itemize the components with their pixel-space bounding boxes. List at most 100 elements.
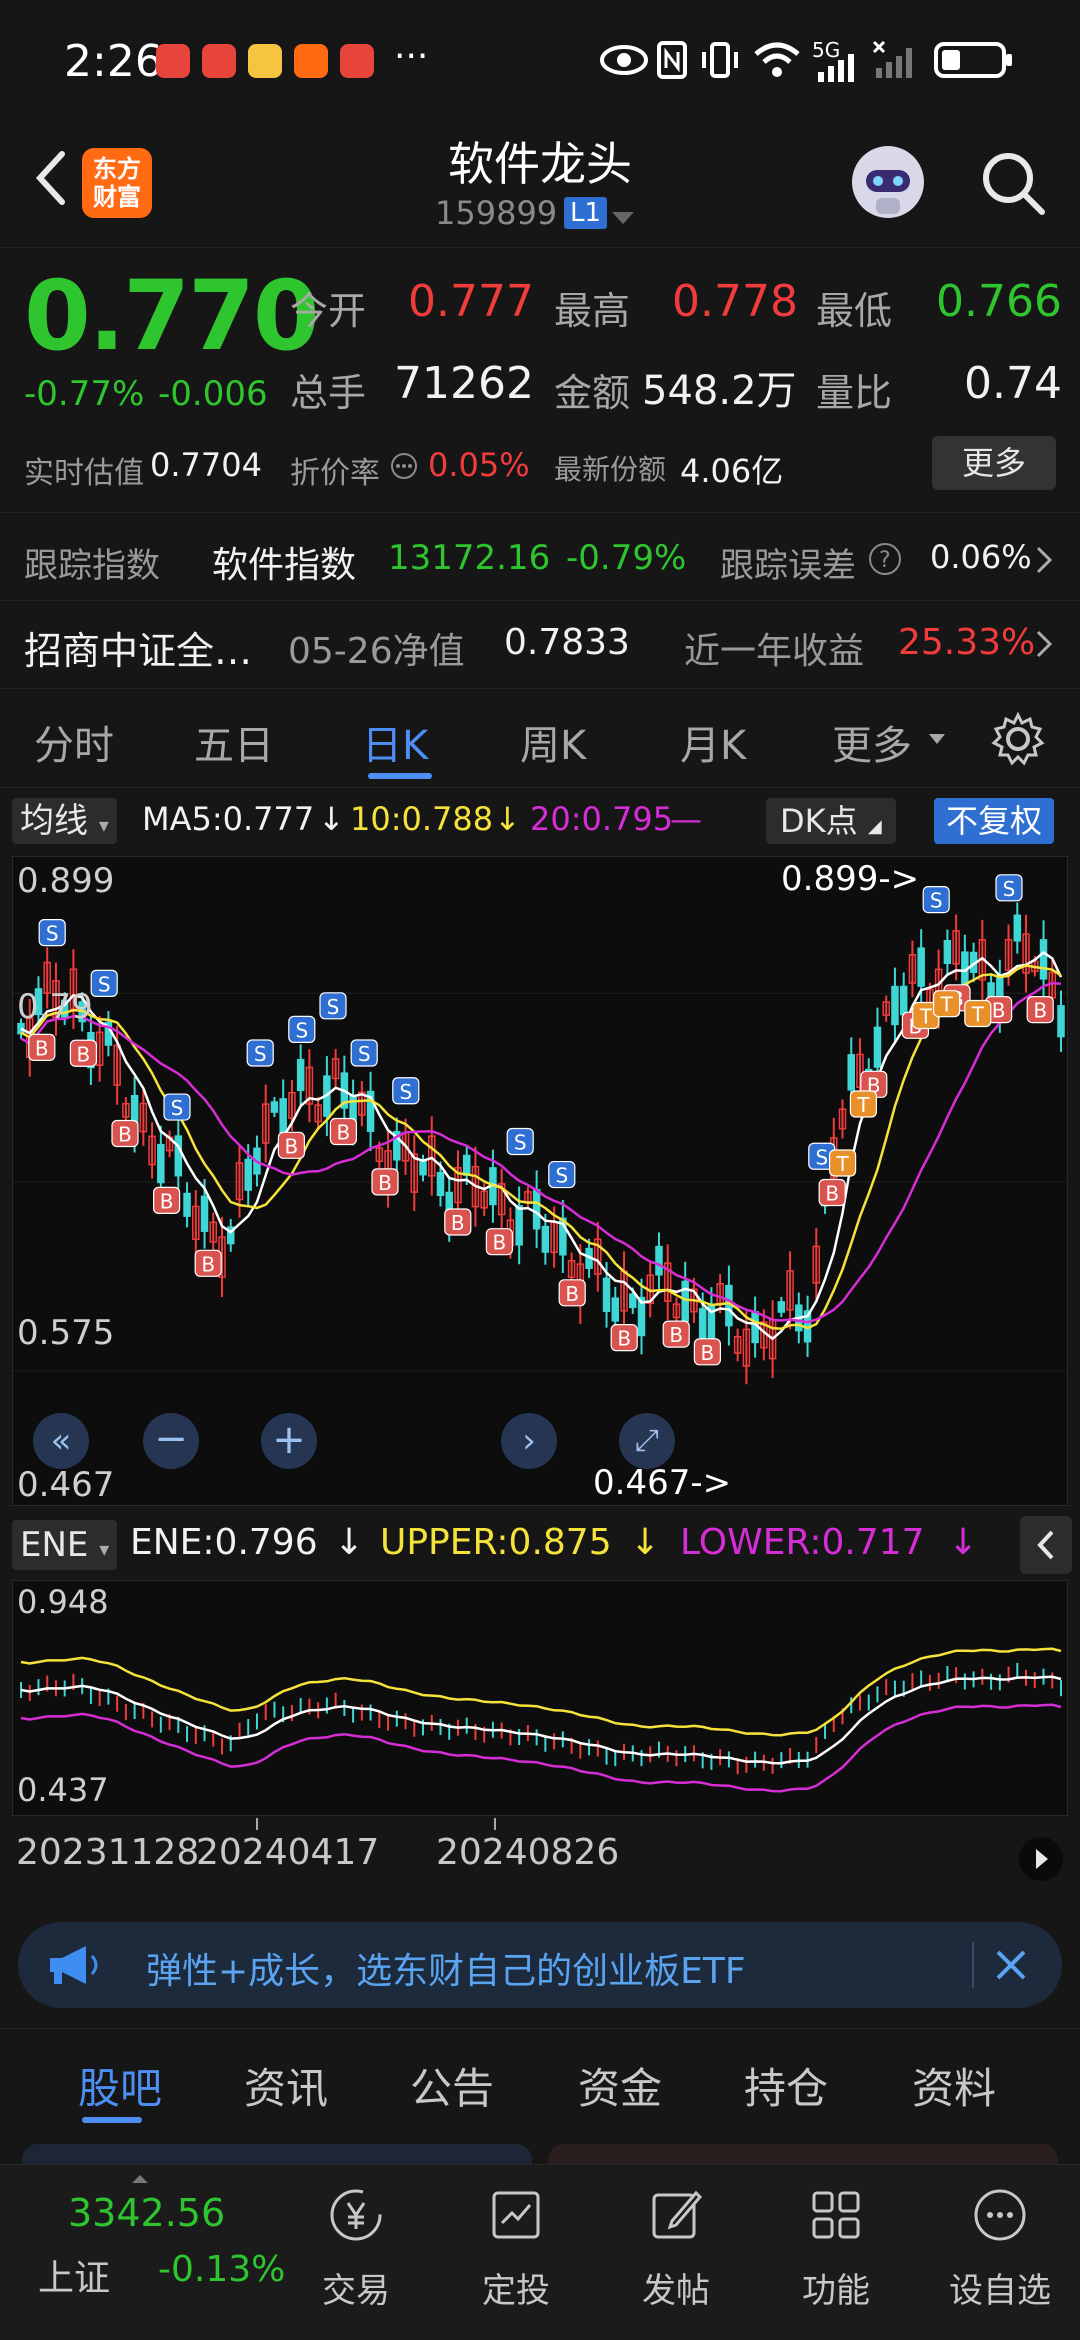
- signal-icon: [818, 54, 854, 82]
- tab-daily-k[interactable]: 日K: [362, 713, 428, 771]
- collapse-panel-button[interactable]: [1020, 1516, 1072, 1574]
- candle-body: [296, 1058, 305, 1092]
- candle-body: [174, 1135, 183, 1177]
- trade-signal-label: B: [825, 1182, 839, 1206]
- tab-five-day[interactable]: 五日: [194, 713, 274, 771]
- play-forward-icon[interactable]: [1018, 1836, 1064, 1882]
- trade-signal-label: B: [701, 1341, 715, 1365]
- nav-trade[interactable]: 交易: [296, 2185, 416, 2312]
- chart-board-icon: [492, 2191, 540, 2239]
- tab-intraday[interactable]: 分时: [34, 713, 114, 771]
- tab-profile[interactable]: 资料: [912, 2055, 996, 2116]
- trade-signal-label: B: [565, 1282, 579, 1306]
- ma10-down-arrow: ↓: [494, 800, 521, 838]
- trade-signal-label: S: [514, 1131, 527, 1155]
- trade-yen-icon: [330, 2189, 382, 2241]
- assistant-robot-icon[interactable]: [846, 140, 930, 224]
- notification-app-icon: [294, 44, 328, 78]
- search-icon[interactable]: [978, 148, 1048, 218]
- tab-more[interactable]: 更多: [832, 713, 912, 771]
- info-dots-icon[interactable]: [390, 452, 418, 480]
- tab-weekly-k[interactable]: 周K: [520, 713, 586, 771]
- divider: [0, 600, 1080, 601]
- settings-gear-icon[interactable]: [990, 711, 1046, 767]
- status-bar: 2:26 ··· 5G: [0, 0, 1080, 120]
- trade-signal-label: B: [669, 1323, 683, 1347]
- chevron-right-icon[interactable]: [1034, 544, 1054, 576]
- high-value: 0.778: [672, 276, 798, 327]
- eye-icon: [600, 45, 648, 75]
- adjust-mode-button[interactable]: 不复权: [934, 798, 1055, 844]
- trade-signal-label: B: [77, 1042, 91, 1066]
- trade-signal-label: B: [992, 999, 1006, 1023]
- candle-body: [873, 1026, 882, 1068]
- candle-body: [515, 1205, 523, 1246]
- tracking-index-label: 跟踪指数: [24, 546, 160, 586]
- fund-name[interactable]: 招商中证全…: [24, 620, 252, 675]
- chevron-right-icon[interactable]: [1034, 628, 1054, 660]
- candle-body: [1013, 914, 1022, 942]
- tab-fund-flow[interactable]: 资金: [578, 2055, 662, 2116]
- trade-signal-label: B: [337, 1121, 351, 1145]
- max-price-marker: 0.899->: [781, 859, 920, 899]
- status-time: 2:26: [64, 36, 163, 87]
- candle-body: [183, 1192, 191, 1217]
- volume-ratio-label: 量比: [816, 371, 893, 415]
- trade-signal-label: S: [930, 889, 943, 913]
- notification-weibo-icon: [248, 44, 282, 78]
- tab-monthly-k[interactable]: 月K: [680, 713, 746, 771]
- notification-app-icon: [156, 44, 190, 78]
- promo-banner[interactable]: 弹性+成长，选东财自己的创业板ETF: [18, 1922, 1062, 2008]
- candle-body: [541, 1225, 550, 1253]
- nav-functions[interactable]: 功能: [776, 2185, 896, 2312]
- nav-add-watchlist[interactable]: 设自选: [940, 2185, 1060, 2312]
- ene-indicator-toggle[interactable]: ENE ▾: [12, 1520, 118, 1570]
- iopv-label: 实时估值: [24, 456, 144, 491]
- back-button[interactable]: [18, 138, 88, 218]
- fullscreen-button[interactable]: ⤢: [619, 1413, 675, 1469]
- candle-body: [847, 1054, 856, 1091]
- tab-holdings[interactable]: 持仓: [744, 2055, 828, 2116]
- candle-body: [891, 985, 899, 1026]
- ma-indicator-toggle[interactable]: 均线 ▾: [12, 798, 117, 844]
- nav-fixed-invest[interactable]: 定投: [456, 2185, 576, 2312]
- notification-app-icon: [202, 44, 236, 78]
- close-icon[interactable]: [986, 1940, 1036, 1990]
- tracking-index-change: -0.79%: [566, 538, 687, 578]
- scroll-right-button[interactable]: ›: [501, 1413, 557, 1469]
- ene-chart[interactable]: 0.948 0.437: [12, 1580, 1068, 1816]
- zoom-in-button[interactable]: +: [261, 1413, 317, 1469]
- kline-chart[interactable]: SSSSSSSSSSSSSBBBBBBBBBBBBBBBBBBBBTTTTT 0…: [12, 856, 1069, 1506]
- nav-post[interactable]: 发帖: [616, 2185, 736, 2312]
- lower-down-arrow: ↓: [948, 1522, 979, 1563]
- scroll-left-button[interactable]: «: [33, 1413, 89, 1469]
- amount-label: 金额: [554, 371, 631, 415]
- level-badge[interactable]: L1: [564, 197, 608, 229]
- tab-announcements[interactable]: 公告: [410, 2055, 494, 2116]
- tab-forum[interactable]: 股吧: [78, 2055, 162, 2116]
- ene-legend: ENE ▾ ENE:0.796 ↓ UPPER:0.875 ↓ LOWER:0.…: [0, 1512, 1080, 1578]
- expand-up-icon[interactable]: [130, 2173, 150, 2185]
- tracking-index-name[interactable]: 软件指数: [212, 536, 356, 588]
- grid-apps-icon: [812, 2191, 860, 2239]
- market-index-value[interactable]: 3342.56: [68, 2191, 225, 2235]
- date-axis: 20231128 20240417 20240826: [12, 1818, 1068, 1900]
- tab-news[interactable]: 资讯: [244, 2055, 328, 2116]
- candle-body: [419, 1160, 427, 1176]
- trade-signal-label: B: [201, 1252, 215, 1276]
- high-label: 最高: [554, 289, 631, 333]
- banner-divider: [972, 1942, 974, 1988]
- dropdown-arrow-icon[interactable]: [610, 210, 636, 226]
- ene-down-arrow: ↓: [334, 1522, 365, 1563]
- open-value: 0.777: [408, 276, 534, 327]
- more-button[interactable]: 更多: [932, 436, 1056, 490]
- dropdown-arrow-icon[interactable]: [928, 733, 946, 745]
- ene-canvas: [20, 1647, 1062, 1793]
- volume-value: 71262: [394, 358, 534, 409]
- dk-point-button[interactable]: DK点 ◢: [766, 798, 896, 844]
- zoom-out-button[interactable]: −: [143, 1413, 199, 1469]
- ma5-value: MA5:0.777: [142, 800, 315, 838]
- candle-body: [943, 940, 952, 965]
- date-tick: 20240417: [196, 1832, 380, 1873]
- help-icon[interactable]: ?: [868, 542, 902, 576]
